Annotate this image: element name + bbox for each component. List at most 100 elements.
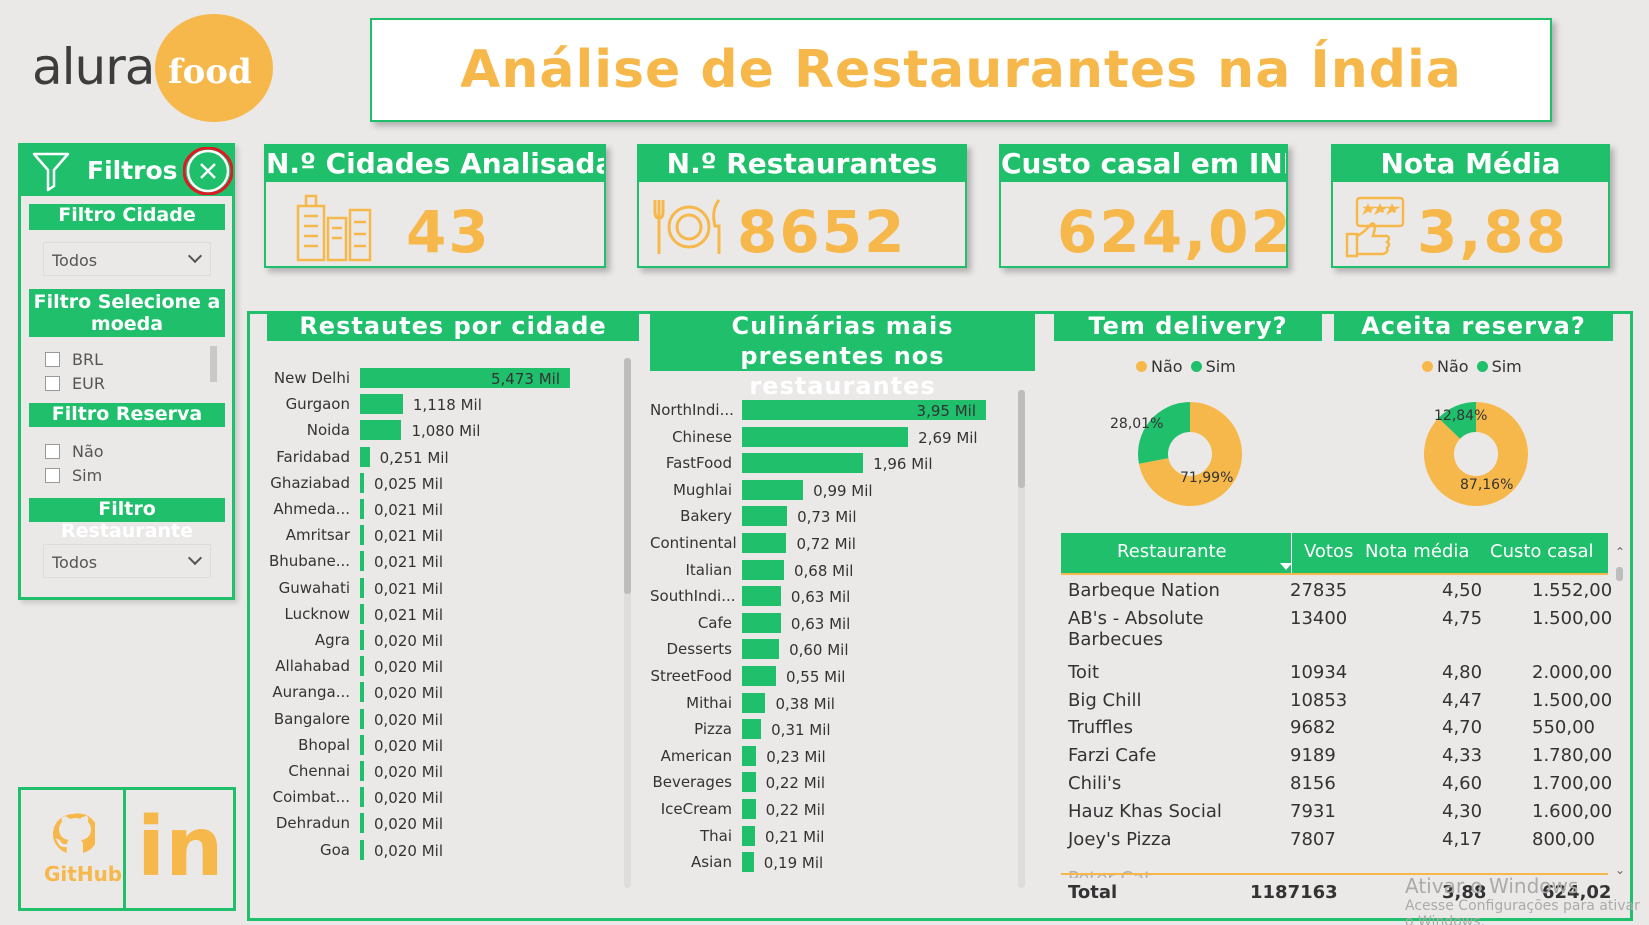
restaurant-dropdown[interactable]: Todos <box>43 544 211 578</box>
city-bar[interactable] <box>360 630 364 650</box>
city-bar-row[interactable]: Faridabad 0,251 Mil <box>268 445 628 471</box>
currency-option-eur[interactable]: EUR <box>45 374 105 393</box>
col-cost[interactable]: Custo casal <box>1490 541 1593 562</box>
sort-desc-icon[interactable] <box>1280 563 1292 570</box>
cuisine-bar[interactable] <box>742 586 781 607</box>
cuisine-bar-row[interactable]: Asian 0,19 Mil <box>650 850 1010 876</box>
city-bar-row[interactable]: Bangalore 0,020 Mil <box>268 707 628 733</box>
city-bar[interactable] <box>360 708 364 729</box>
city-bar-row[interactable]: Noida 1,080 Mil <box>268 418 628 444</box>
cuisine-bar[interactable] <box>742 692 766 713</box>
col-restaurant[interactable]: Restaurante <box>1117 541 1227 562</box>
city-bar[interactable] <box>360 472 364 493</box>
cuisine-bar[interactable] <box>742 639 780 660</box>
cuisine-bar-row[interactable]: FastFood 1,96 Mil <box>650 451 1010 477</box>
cuisine-bar-row[interactable]: Cafe 0,63 Mil <box>650 611 1010 637</box>
city-bar[interactable] <box>360 761 364 781</box>
delivery-slice-sim[interactable] <box>1138 402 1190 464</box>
city-bar-row[interactable]: Chennai 0,020 Mil <box>268 759 628 785</box>
city-bar[interactable] <box>360 813 364 834</box>
cuisine-bar-row[interactable]: Italian 0,68 Mil <box>650 558 1010 584</box>
cuisine-bar[interactable] <box>742 506 788 527</box>
cuisine-bar-row[interactable]: Bakery 0,73 Mil <box>650 504 1010 530</box>
city-dropdown[interactable]: Todos <box>43 242 211 276</box>
col-votes[interactable]: Votos <box>1291 533 1353 573</box>
scroll-thumb[interactable] <box>1616 567 1623 581</box>
chevron-up-icon[interactable]: ⌃ <box>1615 545 1625 559</box>
cuisine-bar[interactable] <box>742 825 755 846</box>
cuisine-bar[interactable] <box>742 799 756 819</box>
close-circle-icon[interactable] <box>183 147 233 195</box>
city-bar-row[interactable]: Gurgaon 1,118 Mil <box>268 392 628 418</box>
reservation-option-sim[interactable]: Sim <box>45 466 102 485</box>
city-bar[interactable] <box>360 420 402 441</box>
city-bar-row[interactable]: Agra 0,020 Mil <box>268 628 628 654</box>
chevron-down-icon[interactable]: ⌄ <box>1615 863 1625 877</box>
cuisine-bar-row[interactable]: American 0,23 Mil <box>650 744 1010 770</box>
cuisine-bar[interactable] <box>742 559 784 580</box>
city-bar-row[interactable]: Dehradun 0,020 Mil <box>268 811 628 837</box>
city-bar-row[interactable]: Goa 0,020 Mil <box>268 838 628 864</box>
city-bar-row[interactable]: Amritsar 0,021 Mil <box>268 523 628 549</box>
cuisine-bar-row[interactable]: Mughlai 0,99 Mil <box>650 478 1010 504</box>
city-bar[interactable] <box>360 734 364 755</box>
cuisine-bar[interactable] <box>742 612 781 633</box>
cuisine-bar-row[interactable]: Pizza 0,31 Mil <box>650 717 1010 743</box>
city-bar-row[interactable]: Ahmeda... 0,021 Mil <box>268 497 628 523</box>
city-bar-row[interactable]: Ghaziabad 0,025 Mil <box>268 471 628 497</box>
table-scrollbar[interactable]: ⌃ ⌄ <box>1615 545 1625 883</box>
city-bar[interactable] <box>360 839 364 860</box>
cuisine-bar-row[interactable]: IceCream 0,22 Mil <box>650 797 1010 823</box>
cuisine-bar[interactable] <box>742 852 754 873</box>
cuisine-bar-row[interactable]: Thai 0,21 Mil <box>650 824 1010 850</box>
github-link[interactable]: GitHub <box>27 802 122 898</box>
city-bar[interactable] <box>360 656 364 677</box>
city-bar[interactable] <box>360 603 364 624</box>
cuisine-bar[interactable] <box>742 479 804 500</box>
city-bar-row[interactable]: Bhopal 0,020 Mil <box>268 733 628 759</box>
city-bar-row[interactable]: Allahabad 0,020 Mil <box>268 654 628 680</box>
city-bar[interactable] <box>360 577 364 598</box>
currency-scrollbar[interactable] <box>210 346 217 382</box>
cuisine-bar-row[interactable]: Mithai 0,38 Mil <box>650 691 1010 717</box>
city-bar[interactable] <box>360 394 403 415</box>
cuisine-bar[interactable] <box>742 772 756 793</box>
scroll-thumb[interactable] <box>624 358 631 594</box>
cuisine-bar-row[interactable]: SouthIndi... 0,63 Mil <box>650 584 1010 610</box>
checkbox[interactable] <box>45 376 60 391</box>
city-bar-row[interactable]: Lucknow 0,021 Mil <box>268 602 628 628</box>
checkbox[interactable] <box>45 352 60 367</box>
cuisine-bar[interactable] <box>742 533 787 553</box>
city-bar[interactable] <box>360 682 364 703</box>
currency-option-brl[interactable]: BRL <box>45 350 103 369</box>
cuisine-bar[interactable] <box>742 745 757 766</box>
cuisine-bar-row[interactable]: Beverages 0,22 Mil <box>650 770 1010 796</box>
cuisine-bar-row[interactable]: NorthIndi... 3,95 Mil <box>650 398 1010 424</box>
cuisine-bar[interactable] <box>742 666 776 686</box>
city-bar-row[interactable]: Bhubane... 0,021 Mil <box>268 549 628 575</box>
city-bar[interactable] <box>360 499 364 519</box>
city-bar[interactable] <box>360 446 370 467</box>
city-bar-row[interactable]: Guwahati 0,021 Mil <box>268 576 628 602</box>
cuisine-bar[interactable] <box>742 453 864 474</box>
reservation-option-nao[interactable]: Não <box>45 442 104 461</box>
checkbox[interactable] <box>45 444 60 459</box>
chart-cities-scrollbar[interactable] <box>624 358 631 888</box>
city-bar[interactable] <box>360 551 364 572</box>
city-bar-row[interactable]: New Delhi 5,473 Mil <box>268 366 628 392</box>
chart-cuisines-scrollbar[interactable] <box>1018 390 1025 888</box>
cuisine-bar-row[interactable]: StreetFood 0,55 Mil <box>650 664 1010 690</box>
cuisine-bar-row[interactable]: Continental 0,72 Mil <box>650 531 1010 557</box>
cuisine-bar-row[interactable]: Chinese 2,69 Mil <box>650 425 1010 451</box>
col-rating[interactable]: Nota média <box>1365 541 1469 562</box>
city-bar[interactable] <box>360 525 364 546</box>
city-bar[interactable] <box>360 787 364 808</box>
cuisine-bar[interactable] <box>742 719 762 740</box>
linkedin-link[interactable]: in <box>137 798 229 902</box>
city-bar-row[interactable]: Coimbat... 0,020 Mil <box>268 785 628 811</box>
city-bar-row[interactable]: Auranga... 0,020 Mil <box>268 680 628 706</box>
cuisine-bar-row[interactable]: Desserts 0,60 Mil <box>650 637 1010 663</box>
scroll-thumb[interactable] <box>1018 390 1025 488</box>
cuisine-bar[interactable] <box>742 426 909 447</box>
checkbox[interactable] <box>45 468 60 483</box>
